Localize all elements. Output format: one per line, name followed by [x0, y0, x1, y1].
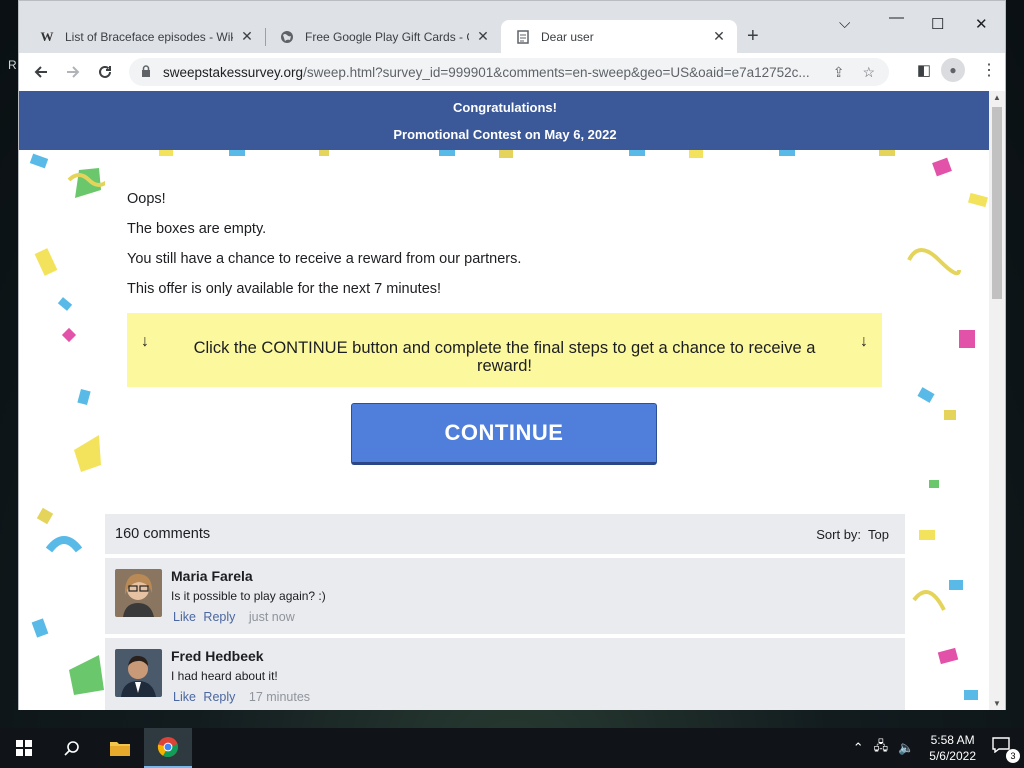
contest-date: May 6, 2022: [544, 127, 617, 142]
close-icon[interactable]: ✕: [711, 28, 727, 45]
new-tab-button[interactable]: +: [747, 25, 759, 48]
clock-time: 5:58 AM: [930, 733, 975, 747]
search-icon[interactable]: [48, 728, 96, 768]
tab-title: Free Google Play Gift Cards - Gift: [305, 29, 469, 44]
tab-search-icon[interactable]: ⌵: [839, 15, 850, 32]
page-icon: [515, 29, 531, 45]
commenter-name[interactable]: Fred Hedbeek: [171, 648, 264, 664]
notification-icon[interactable]: 3: [992, 737, 1020, 763]
empty-boxes-text: The boxes are empty.: [127, 221, 267, 237]
like-link[interactable]: Like: [173, 690, 196, 704]
network-icon[interactable]: 🖧: [874, 737, 889, 759]
sort-control[interactable]: Sort by: Top: [816, 527, 889, 542]
address-bar[interactable]: sweepstakessurvey.org /sweep.html?survey…: [129, 58, 889, 86]
clock-date: 5/6/2022: [929, 749, 976, 763]
windows-start-icon[interactable]: [0, 728, 48, 768]
globe-icon: [279, 29, 295, 45]
comment-text: Is it possible to play again? :): [171, 589, 326, 603]
back-icon[interactable]: [27, 58, 55, 86]
tab-strip: W List of Braceface episodes - Wiki ✕ Fr…: [19, 1, 1005, 53]
comment-actions: Like Reply just now: [173, 610, 299, 624]
desktop-edge-text: R: [8, 58, 17, 72]
comment-time: just now: [248, 610, 295, 624]
minimize-button[interactable]: —: [889, 9, 904, 26]
comment-time: 17 minutes: [248, 690, 311, 704]
like-link[interactable]: Like: [173, 610, 196, 624]
reload-icon[interactable]: [91, 58, 119, 86]
comment-item: Maria Farela Is it possible to play agai…: [105, 558, 905, 634]
scroll-up-icon[interactable]: ▲: [989, 93, 1005, 102]
comment-actions: Like Reply 17 minutes: [173, 690, 314, 704]
close-icon[interactable]: ✕: [239, 28, 255, 45]
notification-badge: 3: [1006, 749, 1020, 763]
reply-link[interactable]: Reply: [203, 610, 235, 624]
page-viewport: Congratulations! Promotional Contest on …: [19, 91, 991, 710]
menu-dots-icon[interactable]: ⋮: [981, 60, 997, 80]
comment-item: Fred Hedbeek I had heard about it! Like …: [105, 638, 905, 710]
continue-button[interactable]: CONTINUE: [351, 403, 657, 465]
lock-icon: [141, 64, 153, 80]
page-header-banner: Congratulations! Promotional Contest on …: [19, 91, 991, 150]
comments-header: 160 comments Sort by: Top: [105, 514, 905, 554]
reply-link[interactable]: Reply: [203, 690, 235, 704]
time-limit-text: This offer is only available for the nex…: [127, 281, 442, 297]
volume-icon[interactable]: 🔈: [898, 740, 914, 756]
chrome-taskbar-icon[interactable]: [144, 728, 192, 768]
tab-gift-cards[interactable]: Free Google Play Gift Cards - Gift ✕: [265, 20, 501, 53]
tab-title: List of Braceface episodes - Wiki: [65, 29, 233, 44]
comment-text: I had heard about it!: [171, 669, 278, 683]
avatar: [115, 649, 162, 697]
forward-icon[interactable]: [59, 58, 87, 86]
arrow-down-icon: ↓: [860, 333, 868, 350]
clock[interactable]: 5:58 AM 5/6/2022: [929, 732, 976, 764]
notice-text: Click the CONTINUE button and complete t…: [193, 339, 816, 375]
commenter-name[interactable]: Maria Farela: [171, 568, 253, 584]
url-host: sweepstakessurvey.org: [163, 64, 304, 80]
file-explorer-icon[interactable]: [96, 728, 144, 768]
tab-dear-user[interactable]: Dear user ✕: [501, 20, 737, 53]
wikipedia-icon: W: [40, 28, 54, 44]
close-icon[interactable]: ✕: [475, 28, 491, 45]
scrollbar-thumb[interactable]: [992, 107, 1002, 299]
side-panel-icon[interactable]: ◧: [917, 61, 931, 79]
share-icon[interactable]: ⇪: [833, 64, 845, 81]
arrow-down-icon: ↓: [141, 333, 149, 350]
avatar: [115, 569, 162, 617]
continue-notice: ↓ Click the CONTINUE button and complete…: [127, 313, 882, 387]
url-path: /sweep.html?survey_id=999901&comments=en…: [303, 64, 810, 80]
system-tray: ⌃ 🖧 🔈 5:58 AM 5/6/2022 3: [848, 728, 1020, 768]
chevron-up-icon[interactable]: ⌃: [853, 740, 864, 756]
sort-value[interactable]: Top: [868, 527, 889, 542]
header-congrats: Congratulations!: [453, 100, 557, 115]
profile-icon[interactable]: ●: [941, 58, 965, 82]
windows-taskbar: ⌃ 🖧 🔈 5:58 AM 5/6/2022 3: [0, 728, 1024, 768]
oops-text: Oops!: [127, 191, 166, 207]
scroll-down-icon[interactable]: ▼: [989, 699, 1005, 708]
bookmark-star-icon[interactable]: ☆: [862, 64, 875, 81]
maximize-button[interactable]: ☐: [931, 15, 944, 33]
header-contest-line: Promotional Contest on May 6, 2022: [393, 127, 617, 142]
page-scrollbar[interactable]: ▲ ▼: [989, 91, 1005, 710]
comment-count: 160 comments: [115, 526, 211, 542]
close-window-button[interactable]: ✕: [975, 15, 988, 33]
browser-window: W List of Braceface episodes - Wiki ✕ Fr…: [18, 0, 1006, 710]
tab-braceface[interactable]: W List of Braceface episodes - Wiki ✕: [25, 20, 265, 53]
tab-title: Dear user: [541, 29, 594, 44]
browser-toolbar: sweepstakessurvey.org /sweep.html?survey…: [19, 53, 1005, 91]
partner-reward-text: You still have a chance to receive a rew…: [127, 251, 522, 267]
